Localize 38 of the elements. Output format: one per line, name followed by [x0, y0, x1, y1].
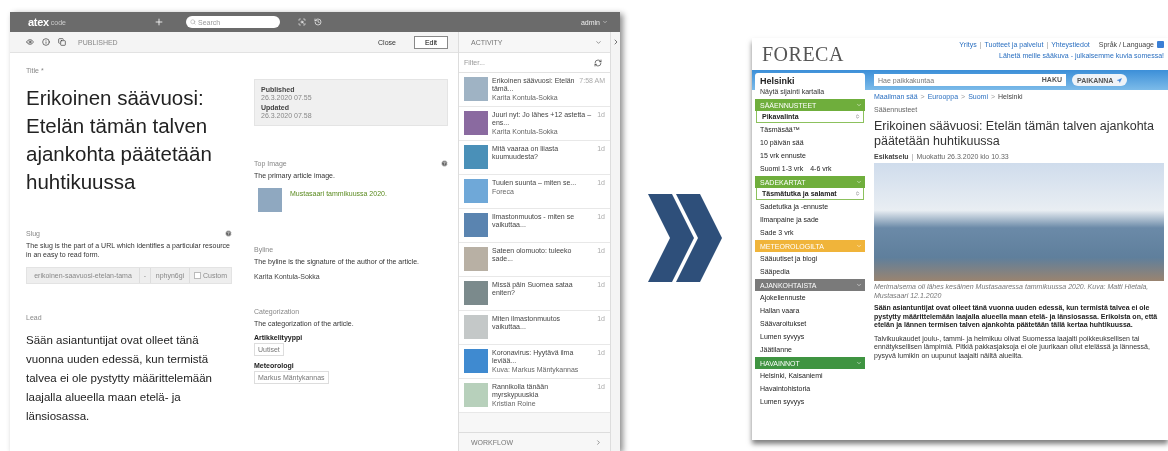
chevron-down-icon — [856, 243, 862, 249]
caret-icon — [602, 19, 608, 25]
eye-icon[interactable] — [26, 38, 34, 46]
photo-placeholder — [464, 145, 488, 169]
help-icon[interactable] — [225, 230, 232, 237]
photo-placeholder — [258, 188, 282, 212]
photo-placeholder — [464, 281, 488, 305]
photo-placeholder — [464, 213, 488, 237]
chevron-down-icon — [856, 282, 862, 288]
plus-icon[interactable] — [154, 17, 164, 27]
photo-placeholder — [464, 111, 488, 135]
article-title: Erikoinen säävuosi: Etelän tämän talven ajankohta päätetään huhtikuussa — [26, 85, 213, 195]
chevron-right-icon[interactable] — [595, 438, 602, 446]
lead-text: Sään asiantuntijat ovat olleet tänä vuonna uuden edessä, kun termistä talvea ei ole pystytty määrittelemään laajalla alueella maan etelä- ja länsiosassa. — [26, 333, 213, 424]
article-headline: Erikoinen säävuosi: Etelän tämän talven ajankohta päätetään huhtikuussa — [874, 119, 1156, 149]
city-name: Helsinki — [760, 76, 796, 86]
photo-placeholder — [464, 247, 488, 271]
info-icon[interactable] — [42, 38, 50, 46]
chevron-down-icon[interactable] — [595, 38, 602, 46]
chevron-down-icon — [856, 179, 862, 185]
location-arrow-icon — [1117, 77, 1123, 83]
photo-placeholder — [464, 383, 488, 407]
up-down-icon — [855, 191, 860, 196]
photo-placeholder — [464, 315, 488, 339]
help-icon[interactable] — [441, 160, 448, 167]
logo: atex — [28, 16, 49, 28]
photo-placeholder — [464, 179, 488, 203]
site-logo: FORECA — [762, 42, 844, 66]
photo-placeholder — [464, 77, 488, 101]
copy-icon[interactable] — [58, 38, 66, 46]
chevron-down-icon — [856, 102, 862, 108]
checkbox[interactable] — [193, 272, 201, 279]
photo-placeholder — [464, 349, 488, 373]
refresh-icon[interactable] — [594, 58, 602, 67]
history-icon[interactable] — [314, 18, 322, 26]
up-down-icon — [855, 114, 860, 119]
chevron-down-icon — [856, 360, 862, 366]
search-icon — [190, 19, 196, 25]
